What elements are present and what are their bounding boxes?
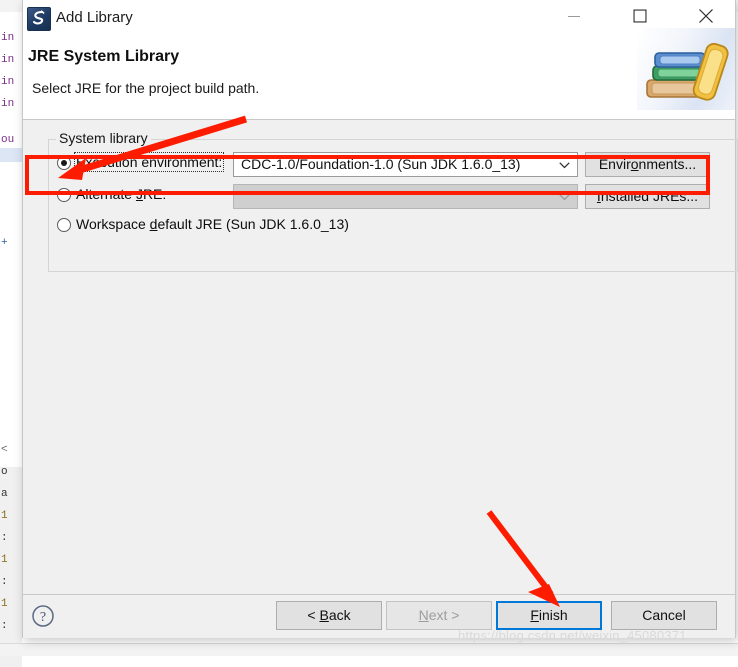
dialog-title-bar: Add Library xyxy=(23,0,735,38)
radio-alternate-jre[interactable] xyxy=(57,188,71,202)
back-button[interactable]: < Back xyxy=(276,601,382,630)
help-button[interactable]: ? xyxy=(31,604,55,628)
dialog-header: JRE System Library Select JRE for the pr… xyxy=(23,28,735,120)
bg-code-line: in xyxy=(1,32,15,44)
bg-code-line: ou xyxy=(1,134,15,146)
add-library-dialog: Add Library JRE System Library Select JR… xyxy=(22,0,738,638)
installed-jres-button[interactable]: Installed JREs... xyxy=(585,184,710,209)
bg-code-line: in xyxy=(1,98,15,110)
page-subtitle: Select JRE for the project build path. xyxy=(32,80,260,96)
maximize-icon xyxy=(633,9,647,23)
execution-environment-value: CDC-1.0/Foundation-1.0 (Sun JDK 1.6.0_13… xyxy=(241,156,521,172)
alternate-jre-combobox[interactable] xyxy=(233,184,578,209)
system-library-group-label: System library xyxy=(56,130,151,146)
dialog-title: Add Library xyxy=(56,9,133,26)
watermark: https://blog.csdn.net/weixin_45080371 xyxy=(458,628,687,643)
execution-environment-combobox[interactable]: CDC-1.0/Foundation-1.0 (Sun JDK 1.6.0_13… xyxy=(233,152,578,177)
finish-button[interactable]: Finish xyxy=(496,601,602,630)
radio-label-workspace-default-jre: Workspace default JRE (Sun JDK 1.6.0_13) xyxy=(76,216,349,232)
books-stack-icon xyxy=(646,42,729,101)
page-title: JRE System Library xyxy=(28,48,180,65)
minimize-icon xyxy=(568,16,580,17)
chevron-down-icon xyxy=(559,162,570,169)
bg-code-line: in xyxy=(1,54,15,66)
radio-label-execution-environment: Execution environment: xyxy=(73,152,225,172)
dialog-body: System library Execution environment: CD… xyxy=(23,120,738,594)
cancel-button[interactable]: Cancel xyxy=(611,601,717,630)
radio-execution-environment[interactable] xyxy=(57,156,71,170)
minimize-button[interactable] xyxy=(551,0,597,32)
header-banner xyxy=(637,28,735,110)
next-button[interactable]: Next > xyxy=(386,601,492,630)
help-question-icon: ? xyxy=(32,605,54,627)
radio-label-alternate-jre: Alternate JRE: xyxy=(76,186,167,202)
close-icon xyxy=(699,9,713,23)
bg-code-line: in xyxy=(1,76,15,88)
svg-text:?: ? xyxy=(40,610,46,625)
radio-workspace-default-jre[interactable] xyxy=(57,218,71,232)
background-status-bar xyxy=(0,643,738,656)
eclipse-java-icon xyxy=(27,7,51,31)
environments-button[interactable]: Environments... xyxy=(585,152,710,177)
chevron-down-icon xyxy=(559,194,570,201)
